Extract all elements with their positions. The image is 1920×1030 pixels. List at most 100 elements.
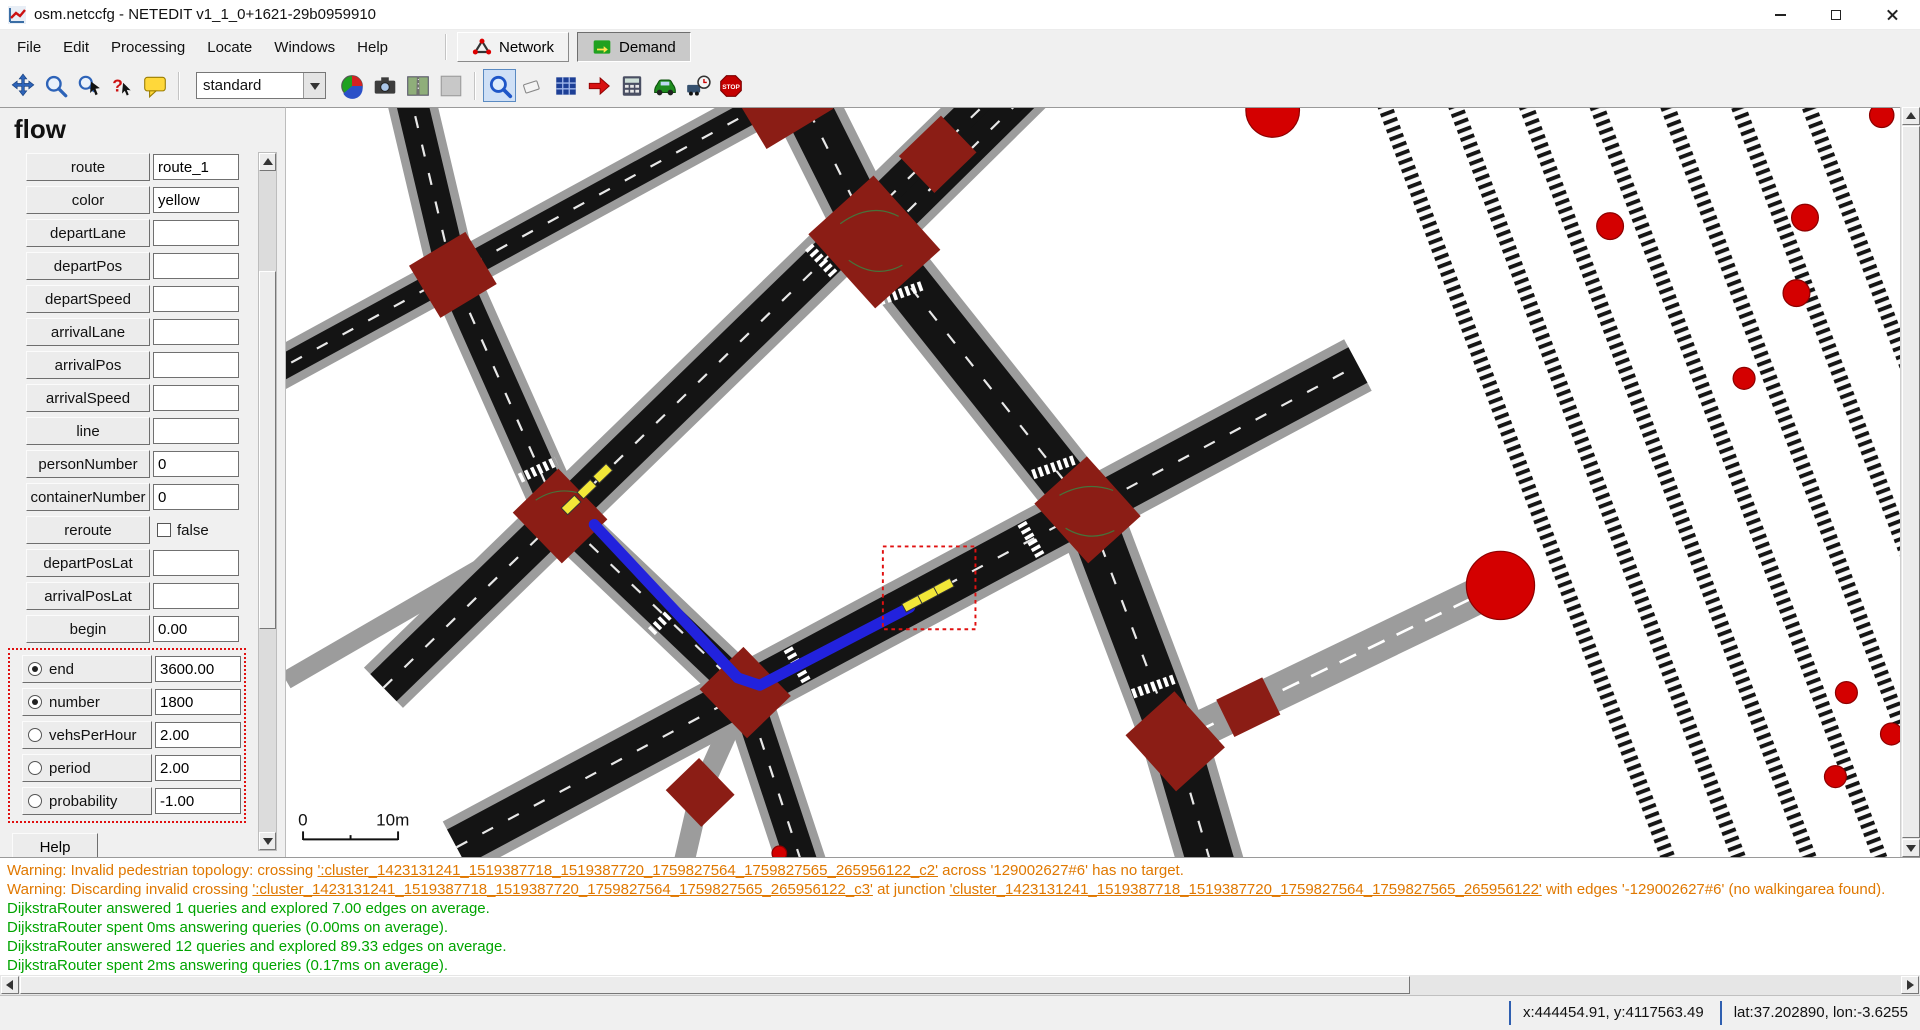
arrivalPosLat-input[interactable]	[153, 583, 239, 609]
line-input[interactable]	[153, 418, 239, 444]
arrivalSpeed-input[interactable]	[153, 385, 239, 411]
reroute-label-button[interactable]: reroute	[26, 516, 150, 544]
canvas-vertical-scrollbar[interactable]	[1900, 107, 1920, 857]
menu-processing[interactable]: Processing	[100, 32, 196, 63]
scroll-up-button[interactable]	[1902, 107, 1920, 125]
personNumber-label-button[interactable]: personNumber	[26, 450, 150, 478]
departPos-input[interactable]	[153, 253, 239, 279]
period-label-button[interactable]: period	[22, 754, 152, 782]
arrivalPosLat-label-button[interactable]: arrivalPosLat	[26, 582, 150, 610]
move-tool-button[interactable]	[6, 69, 39, 102]
menu-help[interactable]: Help	[346, 32, 399, 63]
color-label-button[interactable]: color	[26, 186, 150, 214]
stop-sign-button[interactable]: STOP	[714, 69, 747, 102]
log-text: DijkstraRouter answered 1 queries and ex…	[7, 900, 490, 917]
arrivalPos-label-button[interactable]: arrivalPos	[26, 351, 150, 379]
horizontal-scrollbar-thumb[interactable]	[20, 976, 1410, 994]
arrivalSpeed-label-button[interactable]: arrivalSpeed	[26, 384, 150, 412]
reroute-checkbox[interactable]	[157, 523, 171, 537]
vehicle-clock-button[interactable]	[681, 69, 714, 102]
restore-button[interactable]	[1808, 0, 1864, 30]
departPosLat-input[interactable]	[153, 550, 239, 576]
window-title: osm.netccfg - NETEDIT v1_1_0+1621-29b095…	[34, 6, 376, 23]
end-radio[interactable]	[28, 662, 42, 676]
number-label-button[interactable]: number	[22, 688, 152, 716]
arrivalPos-input[interactable]	[153, 352, 239, 378]
color-wheel-button[interactable]	[335, 69, 368, 102]
car-button[interactable]	[648, 69, 681, 102]
grid-button[interactable]	[549, 69, 582, 102]
vehsPerHour-radio[interactable]	[28, 728, 42, 742]
demand-mode-button[interactable]: Demand	[577, 32, 691, 62]
color-input[interactable]	[153, 187, 239, 213]
period-radio[interactable]	[28, 761, 42, 775]
comment-button[interactable]	[138, 69, 171, 102]
map-canvas[interactable]: 0 10m	[285, 107, 1900, 857]
scroll-down-button[interactable]	[1902, 839, 1920, 857]
eraser-button[interactable]	[516, 69, 549, 102]
zoom-button[interactable]	[39, 69, 72, 102]
calculator-button[interactable]	[615, 69, 648, 102]
scroll-up-button[interactable]	[259, 153, 276, 171]
number-input[interactable]	[155, 689, 241, 715]
end-label-button[interactable]: end	[22, 655, 152, 683]
arrivalLane-label-button[interactable]: arrivalLane	[26, 318, 150, 346]
containerNumber-label-button[interactable]: containerNumber	[26, 483, 150, 511]
personNumber-input[interactable]	[153, 451, 239, 477]
view-scheme-select[interactable]: standard	[196, 72, 326, 99]
panel-scrollbar[interactable]	[258, 152, 277, 851]
departLane-input[interactable]	[153, 220, 239, 246]
route-input[interactable]	[153, 154, 239, 180]
number-radio[interactable]	[28, 695, 42, 709]
inspect-zoom-button[interactable]	[72, 69, 105, 102]
line-label-button[interactable]: line	[26, 417, 150, 445]
zoom-active-button[interactable]	[483, 69, 516, 102]
period-input[interactable]	[155, 755, 241, 781]
log-message: DijkstraRouter answered 12 queries and e…	[7, 937, 1920, 956]
containerNumber-input[interactable]	[153, 484, 239, 510]
log-link[interactable]: ':cluster_1423131241_1519387718_15193877…	[317, 862, 938, 879]
vehsPerHour-label-button[interactable]: vehsPerHour	[22, 721, 152, 749]
probability-input[interactable]	[155, 788, 241, 814]
probability-label-button[interactable]: probability	[22, 787, 152, 815]
combo-dropdown-button[interactable]	[303, 73, 325, 98]
scroll-down-button[interactable]	[259, 832, 276, 850]
begin-input[interactable]	[153, 616, 239, 642]
network-mode-button[interactable]: Network	[457, 32, 569, 62]
road-eye-button[interactable]	[401, 69, 434, 102]
menu-locate[interactable]: Locate	[196, 32, 263, 63]
begin-label-button[interactable]: begin	[26, 615, 150, 643]
departSpeed-input[interactable]	[153, 286, 239, 312]
log-link[interactable]: 'cluster_1423131241_1519387718_151938772…	[950, 881, 1542, 898]
scroll-right-button[interactable]	[1901, 976, 1919, 994]
arrivalLane-input[interactable]	[153, 319, 239, 345]
period-label: period	[49, 760, 91, 777]
flow-attribute-row-route: route	[26, 153, 285, 181]
red-arrow-button[interactable]	[582, 69, 615, 102]
departSpeed-label-button[interactable]: departSpeed	[26, 285, 150, 313]
help-pointer-button[interactable]: ?	[105, 69, 138, 102]
flow-attribute-row-period: period	[22, 754, 244, 782]
network-view[interactable]: 0 10m	[286, 108, 1900, 857]
route-label-button[interactable]: route	[26, 153, 150, 181]
gray-square-button[interactable]	[434, 69, 467, 102]
departPosLat-label-button[interactable]: departPosLat	[26, 549, 150, 577]
minimize-button[interactable]	[1752, 0, 1808, 30]
dead-end-junction-bubble[interactable]	[1466, 551, 1534, 619]
departPos-label-button[interactable]: departPos	[26, 252, 150, 280]
vertical-scrollbar-thumb[interactable]	[1902, 126, 1920, 838]
scroll-left-button[interactable]	[1, 976, 19, 994]
menu-edit[interactable]: Edit	[52, 32, 100, 63]
menu-windows[interactable]: Windows	[263, 32, 346, 63]
vehsPerHour-input[interactable]	[155, 722, 241, 748]
close-button[interactable]	[1864, 0, 1920, 30]
camera-button[interactable]	[368, 69, 401, 102]
departLane-label-button[interactable]: departLane	[26, 219, 150, 247]
end-input[interactable]	[155, 656, 241, 682]
menu-file[interactable]: File	[6, 32, 52, 63]
help-button[interactable]: Help	[12, 833, 98, 857]
panel-scrollbar-thumb[interactable]	[259, 271, 276, 629]
horizontal-scrollbar[interactable]	[0, 975, 1920, 995]
log-link[interactable]: ':cluster_1423131241_1519387718_15193877…	[252, 881, 873, 898]
probability-radio[interactable]	[28, 794, 42, 808]
